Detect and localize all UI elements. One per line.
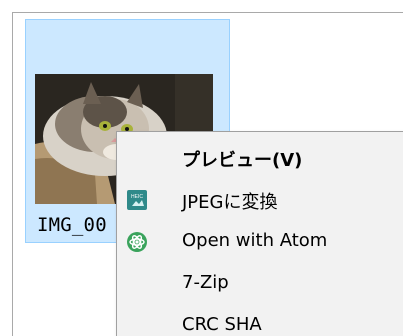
menu-item-label: JPEGに変換 [182,192,278,213]
menu-item-open-with-atom[interactable]: Open with Atom [117,221,403,263]
file-name-label[interactable]: IMG_00 [37,214,107,236]
menu-item-label: Open with Atom [182,230,328,251]
explorer-window: IMG_00 プレビュー(V) HEIC JPEGに変換 Open with A… [0,0,403,336]
menu-item-crc-sha[interactable]: CRC SHA [117,305,403,336]
menu-item-label: プレビュー(V) [182,150,303,171]
svg-text:HEIC: HEIC [131,194,143,200]
menu-item-convert-jpeg[interactable]: HEIC JPEGに変換 [117,179,403,221]
heic-convert-icon: HEIC [126,189,148,211]
atom-icon [126,231,148,253]
context-menu: プレビュー(V) HEIC JPEGに変換 Open with Atom 7-Z… [116,131,403,336]
menu-item-preview[interactable]: プレビュー(V) [117,137,403,179]
menu-item-label: 7-Zip [182,272,229,293]
menu-item-7zip[interactable]: 7-Zip [117,263,403,305]
menu-item-label: CRC SHA [182,314,262,335]
